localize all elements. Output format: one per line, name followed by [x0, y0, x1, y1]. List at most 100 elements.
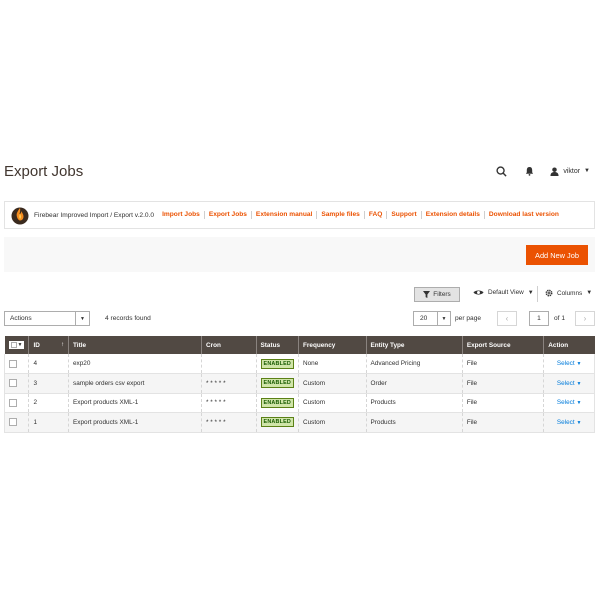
link-extension-manual[interactable]: Extension manual: [250, 211, 316, 219]
row-action-select[interactable]: Select ▼: [543, 412, 595, 433]
cell-export-source: File: [461, 393, 544, 413]
link-import-jobs[interactable]: Import Jobs: [158, 211, 204, 219]
filters-button[interactable]: Filters: [414, 287, 460, 302]
filters-label: Filters: [433, 291, 451, 298]
cell-frequency: Custom: [298, 373, 367, 394]
columns-label: Columns: [557, 289, 583, 297]
chevron-down-icon: ▼: [584, 168, 590, 174]
gear-icon: [545, 289, 553, 297]
page-count: of 1: [554, 315, 565, 322]
column-header-frequency[interactable]: Frequency: [298, 336, 367, 354]
row-checkbox[interactable]: [9, 379, 17, 388]
column-header-title[interactable]: Title: [67, 336, 202, 354]
cell-entity-type: Advanced Pricing: [365, 354, 463, 374]
chevron-down-icon: ▼: [437, 312, 450, 325]
column-header-export-source[interactable]: Export Source: [461, 336, 544, 354]
view-label: Default View: [488, 289, 524, 296]
view-selector[interactable]: Default View ▼: [473, 289, 534, 296]
cell-entity-type: Products: [365, 393, 463, 413]
table-row[interactable]: 4 exp20 ENABLED None Advanced Pricing Fi…: [3, 354, 595, 374]
row-checkbox[interactable]: [9, 398, 17, 407]
mass-actions-select[interactable]: Actions ▼: [4, 311, 90, 326]
status-badge: ENABLED: [260, 378, 294, 389]
cell-export-source: File: [461, 412, 544, 433]
status-badge: ENABLED: [260, 358, 294, 369]
cell-cron: [201, 354, 257, 374]
chevron-down-icon: ▼: [17, 341, 23, 348]
table-row[interactable]: 2 Export products XML-1 * * * * * ENABLE…: [3, 393, 595, 413]
extension-version: Firebear Improved Import / Export v.2.0.…: [34, 211, 155, 219]
per-page-select[interactable]: 20 ▼: [413, 311, 451, 326]
link-extension-details[interactable]: Extension details: [420, 211, 484, 219]
cell-id: 3: [28, 373, 69, 394]
column-header-status[interactable]: Status: [255, 336, 299, 354]
link-download-last-version[interactable]: Download last version: [483, 211, 563, 219]
chevron-down-icon: ▼: [576, 400, 582, 407]
cell-id: 1: [28, 412, 69, 433]
column-header-cron[interactable]: Cron: [201, 336, 257, 354]
column-header-action: Action: [543, 336, 595, 354]
current-page-input[interactable]: 1: [529, 311, 549, 326]
chevron-down-icon: ▼: [586, 290, 593, 296]
actions-label: Actions: [10, 315, 32, 322]
export-jobs-grid: ▼ ID ↑ Title Cron Status Frequency Entity…: [3, 336, 595, 433]
link-sample-files[interactable]: Sample files: [316, 211, 363, 219]
per-page-value: 20: [420, 315, 428, 322]
firebear-logo: [11, 205, 29, 225]
status-badge: ENABLED: [260, 397, 294, 408]
header-actions: viktor ▼: [494, 163, 590, 179]
row-action-select[interactable]: Select ▼: [543, 393, 595, 413]
row-action-select[interactable]: Select ▼: [543, 373, 595, 394]
link-faq[interactable]: FAQ: [363, 211, 387, 219]
cell-title: Export products XML-1: [67, 393, 202, 413]
user-icon: [550, 166, 559, 176]
row-checkbox[interactable]: [9, 359, 17, 368]
cell-id: 2: [28, 393, 69, 413]
cell-id: 4: [28, 354, 69, 374]
extension-bar: Firebear Improved Import / Export v.2.0.…: [4, 201, 595, 229]
cell-export-source: File: [461, 354, 544, 374]
select-all-checkbox[interactable]: ▼: [8, 340, 25, 349]
cell-cron: * * * * *: [201, 373, 257, 394]
add-new-job-button[interactable]: Add New Job: [526, 245, 588, 265]
cell-title: sample orders csv export: [67, 373, 202, 394]
chevron-down-icon: ▼: [527, 289, 534, 296]
table-row[interactable]: 1 Export products XML-1 * * * * * ENABLE…: [3, 412, 595, 433]
chevron-down-icon: ▼: [576, 419, 582, 426]
cell-title: Export products XML-1: [67, 412, 202, 433]
cell-entity-type: Order: [365, 373, 463, 394]
search-icon[interactable]: [494, 164, 508, 178]
link-export-jobs[interactable]: Export Jobs: [203, 211, 251, 219]
row-action-select[interactable]: Select ▼: [543, 354, 595, 374]
page-title: Export Jobs: [4, 163, 84, 180]
user-name: viktor: [563, 167, 581, 175]
cell-entity-type: Products: [365, 412, 463, 433]
select-all-column[interactable]: ▼: [4, 336, 29, 354]
chevron-down-icon: ▼: [576, 380, 582, 387]
chevron-down-icon: ▼: [75, 312, 89, 325]
chevron-down-icon: ▼: [576, 361, 582, 367]
page-actions-bar: Add New Job: [4, 237, 595, 272]
row-checkbox[interactable]: [9, 418, 17, 427]
cell-title: exp20: [67, 354, 202, 374]
user-menu[interactable]: viktor ▼: [550, 166, 590, 176]
cell-frequency: Custom: [298, 393, 367, 413]
column-header-entity-type[interactable]: Entity Type: [365, 336, 463, 354]
next-page-button[interactable]: ›: [575, 311, 595, 326]
bell-icon[interactable]: [522, 164, 536, 178]
prev-page-button[interactable]: ‹: [497, 311, 517, 326]
link-support[interactable]: Support: [386, 211, 420, 219]
column-header-id[interactable]: ID ↑: [28, 336, 69, 354]
cell-cron: * * * * *: [201, 412, 257, 433]
eye-icon: [473, 290, 484, 295]
status-badge: ENABLED: [260, 417, 294, 428]
columns-selector[interactable]: Columns ▼: [545, 289, 592, 297]
records-found: 4 records found: [105, 315, 151, 322]
table-row[interactable]: 3 sample orders csv export * * * * * ENA…: [3, 373, 595, 394]
toolbar-divider: [537, 286, 538, 302]
table-header-row: ▼ ID ↑ Title Cron Status Frequency Entity…: [4, 336, 595, 354]
cell-export-source: File: [461, 373, 544, 394]
sort-arrow-icon: ↑: [61, 341, 64, 348]
cell-cron: * * * * *: [201, 393, 257, 413]
per-page-label: per page: [455, 315, 482, 322]
